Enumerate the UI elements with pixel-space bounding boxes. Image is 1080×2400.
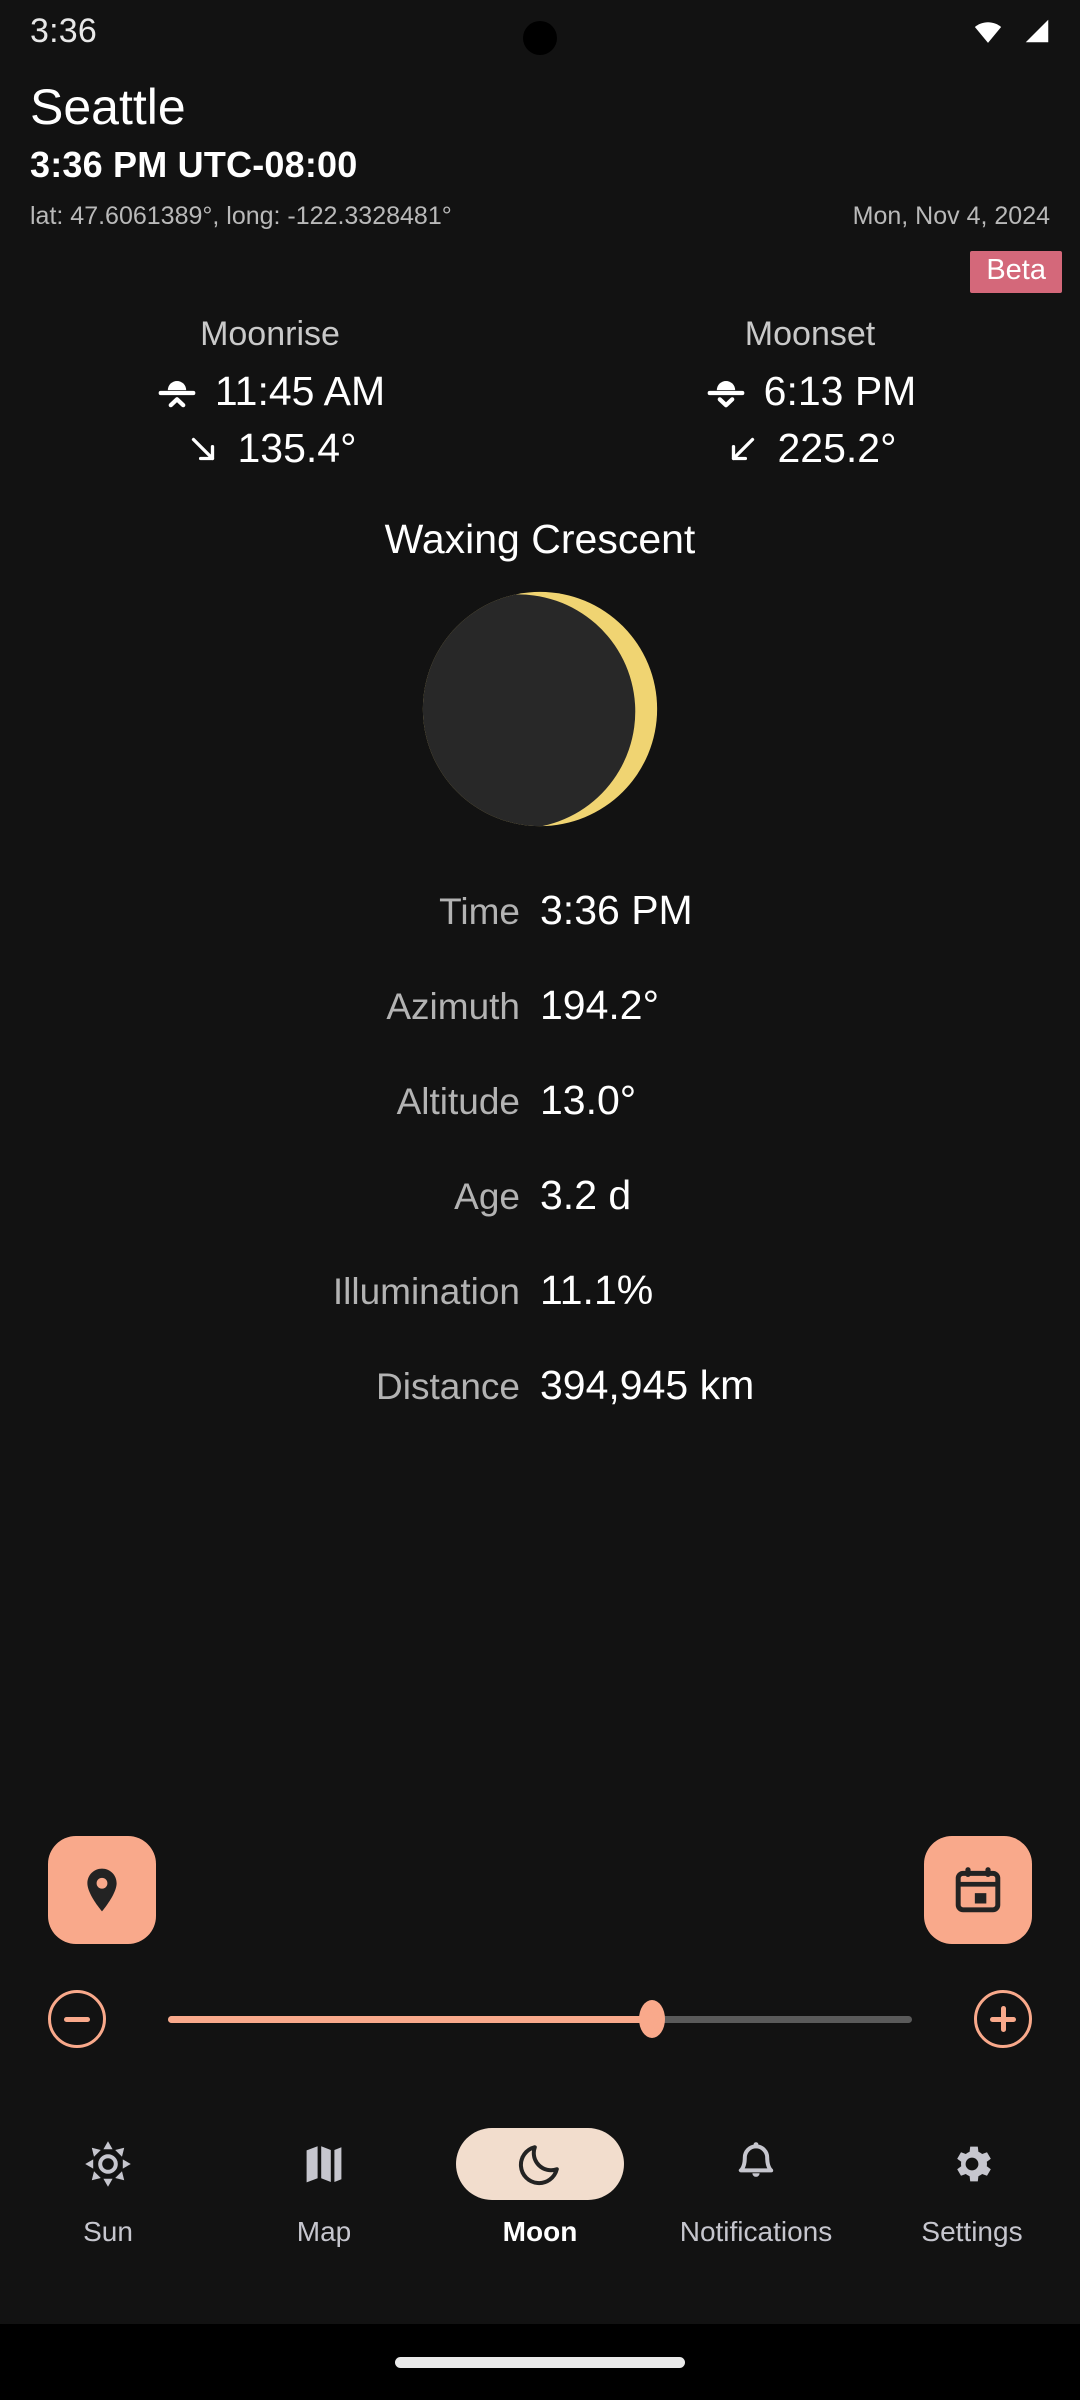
moon-phase-graphic-container (0, 587, 1080, 831)
coordinates-text: lat: 47.6061389°, long: -122.3328481° (30, 202, 452, 230)
detail-value: 394,945 km (540, 1362, 755, 1409)
nav-pill-moon (456, 2128, 624, 2200)
status-bar-icons (970, 16, 1054, 46)
detail-value: 11.1% (540, 1267, 654, 1314)
moonset-column: Moonset 6:13 PM 225.2° (540, 315, 1080, 472)
bell-icon (738, 2142, 774, 2177)
detail-label: Azimuth (386, 986, 520, 1028)
nav-item-moon[interactable]: Moon (445, 2128, 635, 2248)
coordinate-row: lat: 47.6061389°, long: -122.3328481° Mo… (30, 202, 1050, 231)
local-time: 3:36 PM UTC-08:00 (30, 144, 358, 185)
moon-rise-set-section: Moonrise 11:45 AM 135.4° Moonset 6:13 PM… (0, 315, 1080, 472)
plus-icon (988, 2004, 1018, 2034)
moonset-label: Moonset (744, 315, 876, 354)
moonrise-label: Moonrise (200, 315, 340, 354)
moonset-time-row: 6:13 PM (704, 368, 917, 415)
moonrise-time: 11:45 AM (214, 368, 386, 415)
table-row: Azimuth 194.2° (0, 982, 1080, 1077)
minus-bar (64, 2016, 90, 2022)
detail-label: Time (439, 891, 520, 933)
city-name: Seattle (30, 79, 186, 135)
moonset-azimuth: 225.2° (777, 425, 897, 472)
nav-pill-notifications (672, 2128, 840, 2200)
decrement-time-button[interactable] (48, 1990, 106, 2048)
moon-details-table: Time 3:36 PM Azimuth 194.2° Altitude 13.… (0, 887, 1080, 1457)
moonrise-icon (158, 380, 196, 408)
calendar-button[interactable] (924, 1836, 1032, 1944)
moonrise-azimuth: 135.4° (237, 425, 357, 472)
moonrise-column: Moonrise 11:45 AM 135.4° (0, 315, 540, 472)
moon-phase-name: Waxing Crescent (384, 516, 696, 563)
status-bar: 3:36 (0, 0, 1080, 62)
slider-track-fill (168, 2015, 652, 2023)
slider-thumb[interactable] (638, 2000, 665, 2038)
minus-icon (62, 2004, 92, 2034)
nav-label-notifications: Notifications (679, 2216, 833, 2247)
increment-time-button[interactable] (974, 1990, 1032, 2048)
detail-label: Altitude (396, 1081, 520, 1123)
gesture-navigation-area (0, 2324, 1080, 2400)
detail-value: 3:36 PM (540, 887, 693, 934)
table-row: Illumination 11.1% (0, 1267, 1080, 1362)
nav-item-map[interactable]: Map (229, 2128, 419, 2248)
time-slider-row (0, 1990, 1080, 2048)
app-screen: 3:36 Seattle 3:36 PM UTC-08:00 lat: 47.6… (0, 0, 1080, 2400)
moon-crescent-icon (518, 2145, 559, 2186)
arrow-down-left-icon (731, 437, 754, 461)
action-button-row (0, 1836, 1080, 1944)
calendar-icon (955, 1867, 1001, 1913)
plus-bar-v (1000, 2006, 1006, 2032)
arrow-down-right-icon (191, 437, 214, 461)
nav-pill-settings (888, 2128, 1056, 2200)
table-row: Distance 394,945 km (0, 1362, 1080, 1457)
detail-label: Age (454, 1176, 520, 1218)
nav-pill-sun (24, 2128, 192, 2200)
detail-value: 3.2 d (540, 1172, 632, 1219)
bottom-navigation: Sun Map Moon Notifications Settings (0, 2114, 1080, 2324)
moonrise-azimuth-row: 135.4° (184, 425, 357, 472)
detail-label: Illumination (332, 1271, 520, 1313)
moon-shadow-group (422, 594, 636, 827)
time-slider[interactable] (168, 1990, 912, 2048)
detail-label: Distance (376, 1366, 520, 1408)
moon-phase-graphic (422, 592, 658, 827)
nav-label-settings: Settings (921, 2216, 1023, 2247)
wifi-icon (974, 22, 1002, 43)
gear-icon (957, 2146, 991, 2182)
location-header: Seattle 3:36 PM UTC-08:00 lat: 47.606138… (0, 62, 1080, 231)
moonrise-time-row: 11:45 AM (155, 368, 385, 415)
nav-item-notifications[interactable]: Notifications (661, 2128, 851, 2248)
table-row: Altitude 13.0° (0, 1077, 1080, 1172)
moon-shadow (422, 594, 636, 827)
detail-value: 194.2° (540, 982, 659, 1029)
front-camera-cutout (523, 21, 557, 55)
moonset-time: 6:13 PM (763, 368, 917, 415)
sun-icon (85, 2141, 131, 2187)
home-indicator[interactable] (395, 2356, 685, 2368)
nav-item-settings[interactable]: Settings (877, 2128, 1067, 2248)
location-pin-icon (87, 1868, 117, 1912)
status-bar-clock: 3:36 (30, 11, 97, 50)
nav-pill-map (240, 2128, 408, 2200)
nav-label-moon: Moon (502, 2216, 578, 2247)
detail-value: 13.0° (540, 1077, 637, 1124)
map-icon (306, 2146, 342, 2183)
nav-item-sun[interactable]: Sun (13, 2128, 203, 2248)
cellular-signal-icon (1025, 19, 1049, 43)
table-row: Age 3.2 d (0, 1172, 1080, 1267)
table-row: Time 3:36 PM (0, 887, 1080, 982)
beta-badge-container: Beta (0, 251, 1080, 294)
layout-spacer (0, 1457, 1080, 1836)
status-badge: Beta (970, 251, 1062, 294)
nav-label-map: Map (296, 2216, 352, 2247)
moonset-azimuth-row: 225.2° (724, 425, 897, 472)
moonset-icon (707, 380, 744, 408)
date-text: Mon, Nov 4, 2024 (852, 202, 1050, 230)
location-button[interactable] (48, 1836, 156, 1944)
nav-label-sun: Sun (83, 2216, 133, 2247)
